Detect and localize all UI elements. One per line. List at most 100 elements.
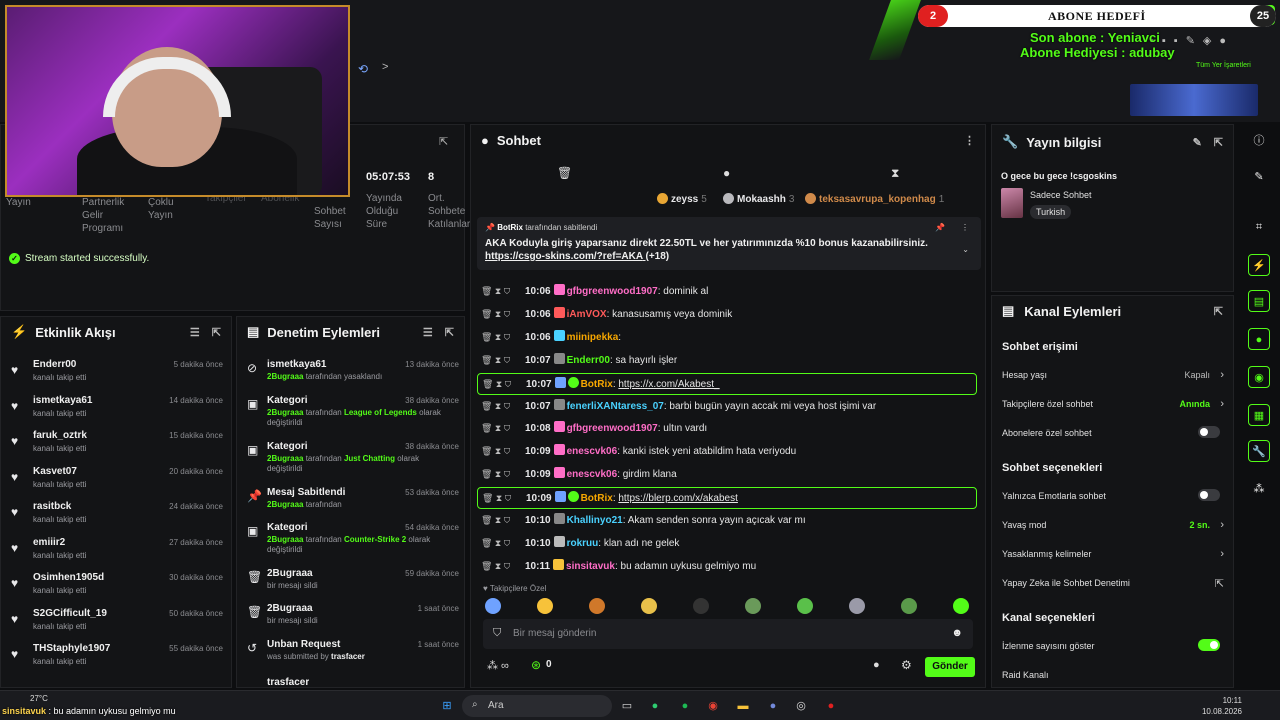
message-tools[interactable]: 🗑 ⧗ ⛉	[481, 327, 525, 347]
emote-only-toggle[interactable]	[1198, 489, 1220, 501]
pencil-icon[interactable]: ✎	[1248, 166, 1270, 188]
chrome-icon[interactable]: ◉	[704, 697, 722, 715]
audit-item[interactable]: 🗑 2Bugraaa bir mesajı sildi 59 dakika önce	[245, 568, 459, 602]
message-tools[interactable]: 🗑 ⧗ ⛉	[481, 304, 525, 324]
emote-icon[interactable]	[745, 598, 761, 614]
message-user[interactable]: BotRix	[581, 493, 613, 504]
taskbar-search[interactable]: ⌕ Ara	[462, 695, 612, 717]
crop-icon[interactable]: ⌗	[1248, 216, 1270, 238]
chat-message[interactable]: 🗑 ⧗ ⛉ 10:07 fenerliXANtaress_07: barbi bug…	[481, 396, 977, 416]
activity-item[interactable]: ♥ faruk_oztrk kanalı takip etti 15 dakika ö…	[9, 430, 223, 462]
panel-icon[interactable]: ▦	[1248, 404, 1270, 426]
forward-icon[interactable]: >	[382, 61, 388, 73]
message-user[interactable]: Khallinyo21	[567, 515, 623, 526]
pinned-link[interactable]: https://csgo-skins.com/?ref=AKA	[485, 251, 643, 262]
show-viewers-row[interactable]: İzlenme sayısını göster	[1002, 639, 1224, 651]
pin-toggle-icon[interactable]: 📌	[935, 223, 945, 232]
message-user[interactable]: gfbgreenwood1907	[567, 423, 658, 434]
message-tools[interactable]: 🗑 ⧗ ⛉	[481, 464, 525, 484]
bookmarks-label[interactable]: Tüm Yer İşaretleri	[1196, 62, 1251, 69]
emote-icon[interactable]	[901, 598, 917, 614]
message-text[interactable]: https://x.com/Akabest_	[618, 379, 719, 390]
popout-icon[interactable]: ⇱	[1214, 305, 1223, 318]
message-tools[interactable]: 🗑 ⧗ ⛉	[481, 510, 525, 530]
activity-item[interactable]: ♥ Enderr00 kanalı takip etti 5 dakika önce	[9, 359, 223, 391]
message-user[interactable]: fenerliXANtaress_07	[567, 401, 664, 412]
account-age-row[interactable]: Hesap yaşı Kapalı ›	[1002, 369, 1224, 381]
filter-icon[interactable]: ☰	[423, 326, 433, 339]
steam-icon[interactable]: ◎	[792, 697, 810, 715]
message-tools[interactable]: 🗑 ⧗ ⛉	[481, 418, 525, 438]
chat-message[interactable]: 🗑 ⧗ ⛉ 10:07 Enderr00: sa hayırlı işler	[481, 350, 977, 370]
emote-bar[interactable]	[485, 598, 975, 618]
chat-bubble-icon[interactable]: ●	[1248, 328, 1270, 350]
popout-icon[interactable]: ⇱	[212, 326, 221, 339]
obs-icon[interactable]: ●	[822, 697, 840, 715]
activity-item[interactable]: ♥ rasitbck kanalı takip etti 24 dakika önce	[9, 501, 223, 533]
message-user[interactable]: gfbgreenwood1907	[567, 286, 658, 297]
show-viewers-toggle[interactable]	[1198, 639, 1220, 651]
raid-row[interactable]: Raid Kanalı	[1002, 670, 1224, 680]
gear-icon[interactable]: ⚙	[901, 658, 912, 672]
chat-message[interactable]: 🗑 ⧗ ⛉ 10:10 Khallinyo21: Akam senden sonra…	[481, 510, 977, 530]
slow-mode-row[interactable]: Yavaş mod 2 sn. ›	[1002, 519, 1224, 531]
audit-item[interactable]: ▣ Kategori 2Bugraaa tarafından Just Chatti…	[245, 441, 459, 475]
message-user[interactable]: BotRix	[581, 379, 613, 390]
banned-words-row[interactable]: Yasaklanmış kelimeler ›	[1002, 548, 1224, 560]
message-tools[interactable]: 🗑 ⧗ ⛉	[481, 281, 525, 301]
chat-message[interactable]: 🗑 ⧗ ⛉ 10:07 BotRix: https://x.com/Akabest_	[477, 372, 977, 395]
chevron-down-icon[interactable]: ⌄	[962, 245, 969, 254]
popout-icon[interactable]: ⇱	[1214, 136, 1223, 149]
activity-item[interactable]: ♥ Osimhen1905d kanalı takip etti 30 dakika …	[9, 572, 223, 604]
audit-item[interactable]: 🗑 2Bugraaa bir mesajı sildi 1 saat önce	[245, 603, 459, 637]
chat-message[interactable]: 🗑 ⧗ ⛉ 10:09 BotRix: https://blerp.com/x/ak…	[477, 487, 977, 510]
refresh-icon[interactable]: ⟲	[358, 62, 368, 76]
message-tools[interactable]: 🗑 ⧗ ⛉	[481, 533, 525, 553]
more-icon[interactable]: ⋮	[964, 134, 975, 147]
popout-icon[interactable]: ⇱	[445, 326, 454, 339]
chat-message[interactable]: 🗑 ⧗ ⛉ 10:08 gfbgreenwood1907: ultın vardı	[481, 418, 977, 438]
points-icon[interactable]: ⊛	[531, 658, 541, 672]
message-tools[interactable]: 🗑 ⧗ ⛉	[481, 396, 525, 416]
chat-message[interactable]: 🗑 ⧗ ⛉ 10:06 miinipekka:	[481, 327, 977, 347]
emoji-icon[interactable]: ☻	[951, 627, 963, 639]
popout-icon[interactable]: ⇱	[439, 135, 448, 148]
windows-start-icon[interactable]: ⊞	[438, 697, 456, 715]
chat-message[interactable]: 🗑 ⧗ ⛉ 10:06 gfbgreenwood1907: dominik al	[481, 281, 977, 301]
ai-mod-row[interactable]: Yapay Zeka ile Sohbet Denetimi ⇱	[1002, 578, 1224, 590]
activity-item[interactable]: ♥ emiiir2 kanalı takip etti 27 dakika önce	[9, 537, 223, 569]
message-tools[interactable]: 🗑 ⧗ ⛉	[481, 556, 525, 576]
broadcast-icon[interactable]: ◉	[1248, 366, 1270, 388]
chat-mode-icon[interactable]: ●	[723, 166, 730, 180]
emote-icon[interactable]	[693, 598, 709, 614]
chat-settings-bubble-icon[interactable]: ●	[873, 659, 880, 671]
activity-item[interactable]: ♥ ismetkaya61 kanalı takip etti 14 dakika ö…	[9, 395, 223, 427]
folder-icon[interactable]: ▬	[734, 697, 752, 715]
message-user[interactable]: iAmVOX	[567, 309, 607, 320]
chat-message[interactable]: 🗑 ⧗ ⛉ 10:10 rokruu: klan adı ne gelek	[481, 533, 977, 553]
activity-item[interactable]: ♥ S2GCifficult_19 kanalı takip etti 50 daki…	[9, 608, 223, 640]
message-user[interactable]: sinsitavuk	[566, 561, 615, 572]
bolt-icon[interactable]: ⚡	[1248, 254, 1270, 276]
chat-input[interactable]: ⛉ Bir mesaj gönderin ☻	[483, 619, 973, 649]
message-tools[interactable]: 🗑 ⧗ ⛉	[481, 350, 525, 370]
emote-icon[interactable]	[797, 598, 813, 614]
system-clock[interactable]: 10:11 10.08.2026	[1202, 695, 1242, 717]
more-icon[interactable]: ⁂	[1248, 478, 1270, 500]
gifter-entry[interactable]: Mokaashh 3	[723, 193, 794, 205]
hourglass-icon[interactable]: ⧗	[891, 166, 899, 181]
trash-icon[interactable]: 🗑	[557, 166, 572, 180]
message-tools[interactable]: 🗑 ⧗ ⛉	[482, 374, 526, 394]
weather-text[interactable]: 27°C	[30, 694, 48, 703]
chat-message[interactable]: 🗑 ⧗ ⛉ 10:09 enescvk06: kanki istek yeni at…	[481, 441, 977, 461]
message-user[interactable]: rokruu	[567, 538, 599, 549]
message-tools[interactable]: 🗑 ⧗ ⛉	[482, 488, 526, 508]
discord-icon[interactable]: ●	[764, 697, 782, 715]
emote-icon[interactable]	[589, 598, 605, 614]
send-button[interactable]: Gönder	[925, 657, 975, 677]
emote-icon[interactable]	[641, 598, 657, 614]
filter-icon[interactable]: ☰	[190, 326, 200, 339]
subs-only-toggle[interactable]	[1198, 426, 1220, 438]
infinity-icon[interactable]: ⁂ ∞	[487, 659, 509, 672]
emote-only-row[interactable]: Yalnızca Emotlarla sohbet	[1002, 489, 1224, 501]
